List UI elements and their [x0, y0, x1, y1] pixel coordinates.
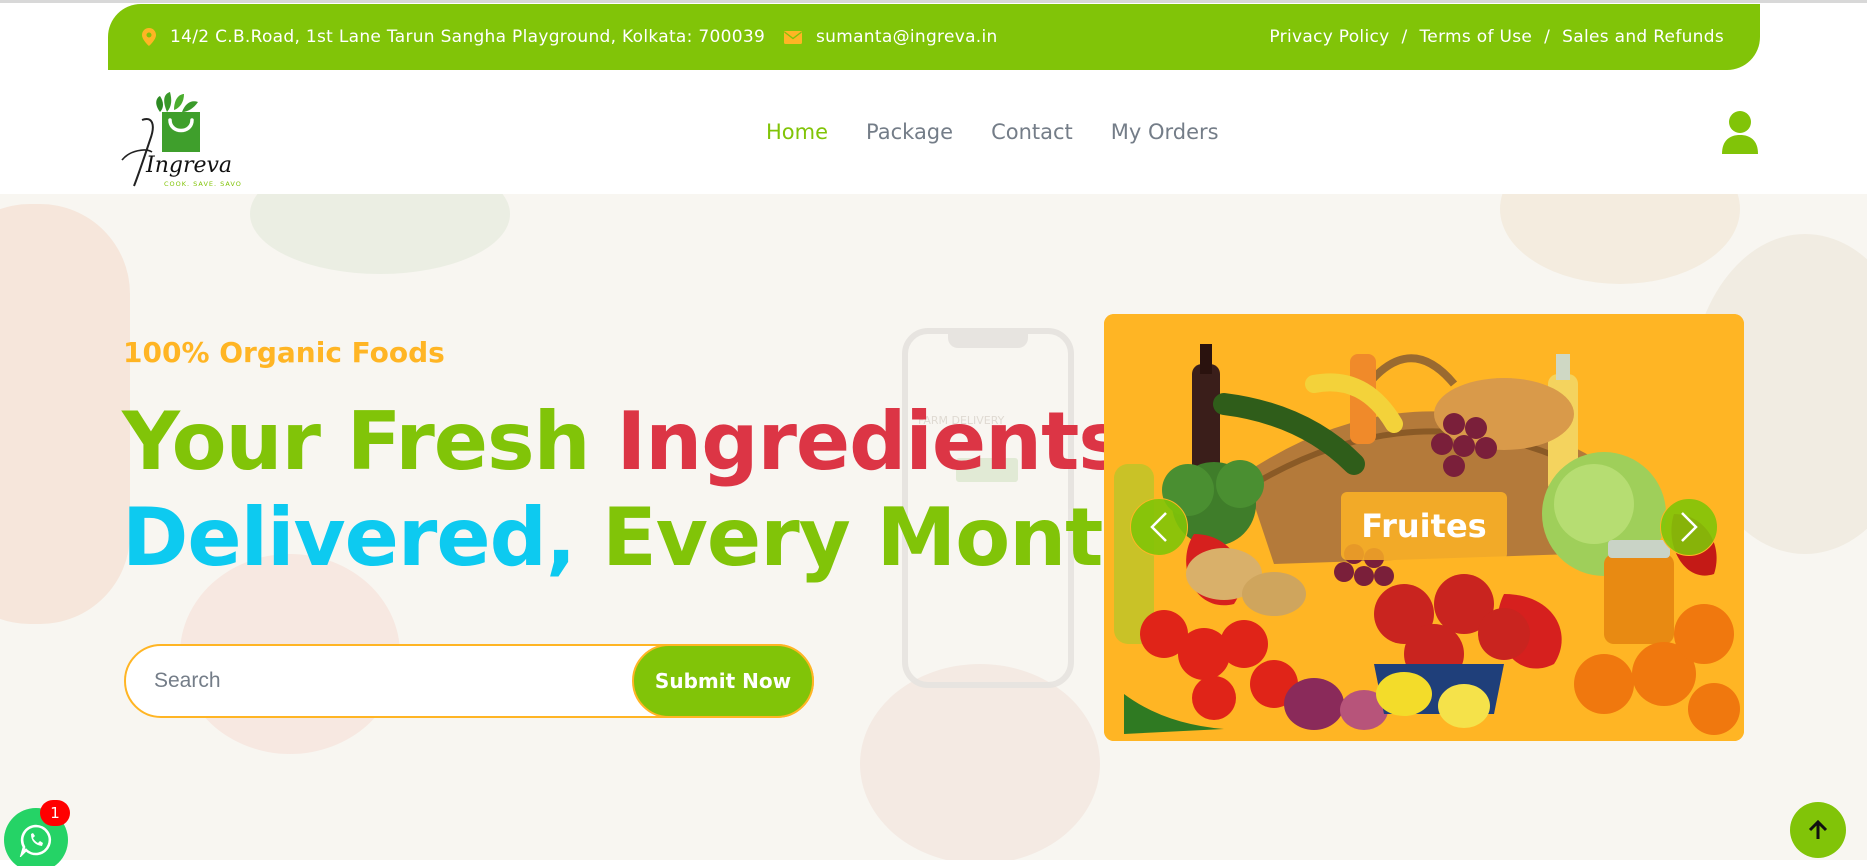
email-text[interactable]: sumanta@ingreva.in: [816, 27, 998, 47]
carousel-prev-button[interactable]: [1130, 498, 1188, 556]
whatsapp-icon: [19, 824, 52, 857]
headline-your-fresh: Your Fresh: [122, 395, 617, 488]
email-info[interactable]: sumanta@ingreva.in: [784, 4, 998, 70]
product-carousel: Fruites: [1104, 314, 1744, 741]
top-border: [0, 0, 1867, 3]
arrow-up-icon: [1808, 819, 1828, 839]
headline-delivered: Delivered,: [122, 491, 576, 584]
user-icon[interactable]: [1720, 110, 1760, 156]
policy-links: Privacy Policy / Terms of Use / Sales an…: [1269, 4, 1724, 70]
ingreva-logo[interactable]: Ingreva COOK. SAVE. SAVOR: [112, 90, 246, 190]
privacy-policy-link[interactable]: Privacy Policy: [1269, 27, 1389, 47]
hero-section: FARM DELIVERY 100% Organic Foods Your Fr…: [0, 194, 1867, 860]
main-nav: Home Package Contact My Orders: [766, 70, 1219, 194]
chevron-left-icon: [1150, 512, 1167, 542]
headline-ingredients: Ingredients: [616, 395, 1125, 488]
background-decoration: [0, 204, 130, 624]
hero-subtitle: 100% Organic Foods: [123, 336, 445, 369]
map-marker-icon: [142, 28, 156, 46]
nav-my-orders[interactable]: My Orders: [1111, 120, 1219, 144]
notification-badge: 1: [40, 800, 70, 826]
address-info: 14/2 C.B.Road, 1st Lane Tarun Sangha Pla…: [142, 4, 765, 70]
background-decoration: [860, 664, 1100, 860]
main-header: Ingreva COOK. SAVE. SAVOR Home Package C…: [0, 70, 1867, 194]
search-form: Submit Now: [124, 644, 814, 718]
headline-every-month: Every Month: [575, 491, 1159, 584]
nav-package[interactable]: Package: [866, 120, 953, 144]
envelope-icon: [784, 30, 802, 44]
logo-wordmark: Ingreva: [145, 153, 232, 178]
hero-headline: Your Fresh Ingredients Delivered, Every …: [122, 394, 1159, 586]
top-info-bar: 14/2 C.B.Road, 1st Lane Tarun Sangha Pla…: [108, 4, 1760, 70]
address-text: 14/2 C.B.Road, 1st Lane Tarun Sangha Pla…: [170, 27, 766, 47]
terms-of-use-link[interactable]: Terms of Use: [1420, 27, 1533, 47]
background-decoration: [1500, 194, 1740, 284]
search-input[interactable]: [154, 646, 634, 716]
link-separator: /: [1544, 27, 1551, 47]
carousel-next-button[interactable]: [1660, 498, 1718, 556]
nav-home[interactable]: Home: [766, 120, 828, 144]
sales-and-refunds-link[interactable]: Sales and Refunds: [1562, 27, 1724, 47]
chevron-right-icon: [1681, 512, 1698, 542]
link-separator: /: [1401, 27, 1408, 47]
logo-tagline: COOK. SAVE. SAVOR: [164, 180, 242, 188]
back-to-top-button[interactable]: [1790, 802, 1846, 858]
submit-now-button[interactable]: Submit Now: [632, 644, 814, 718]
nav-contact[interactable]: Contact: [991, 120, 1073, 144]
background-decoration: [250, 194, 510, 274]
slide-caption: Fruites: [1341, 492, 1507, 560]
